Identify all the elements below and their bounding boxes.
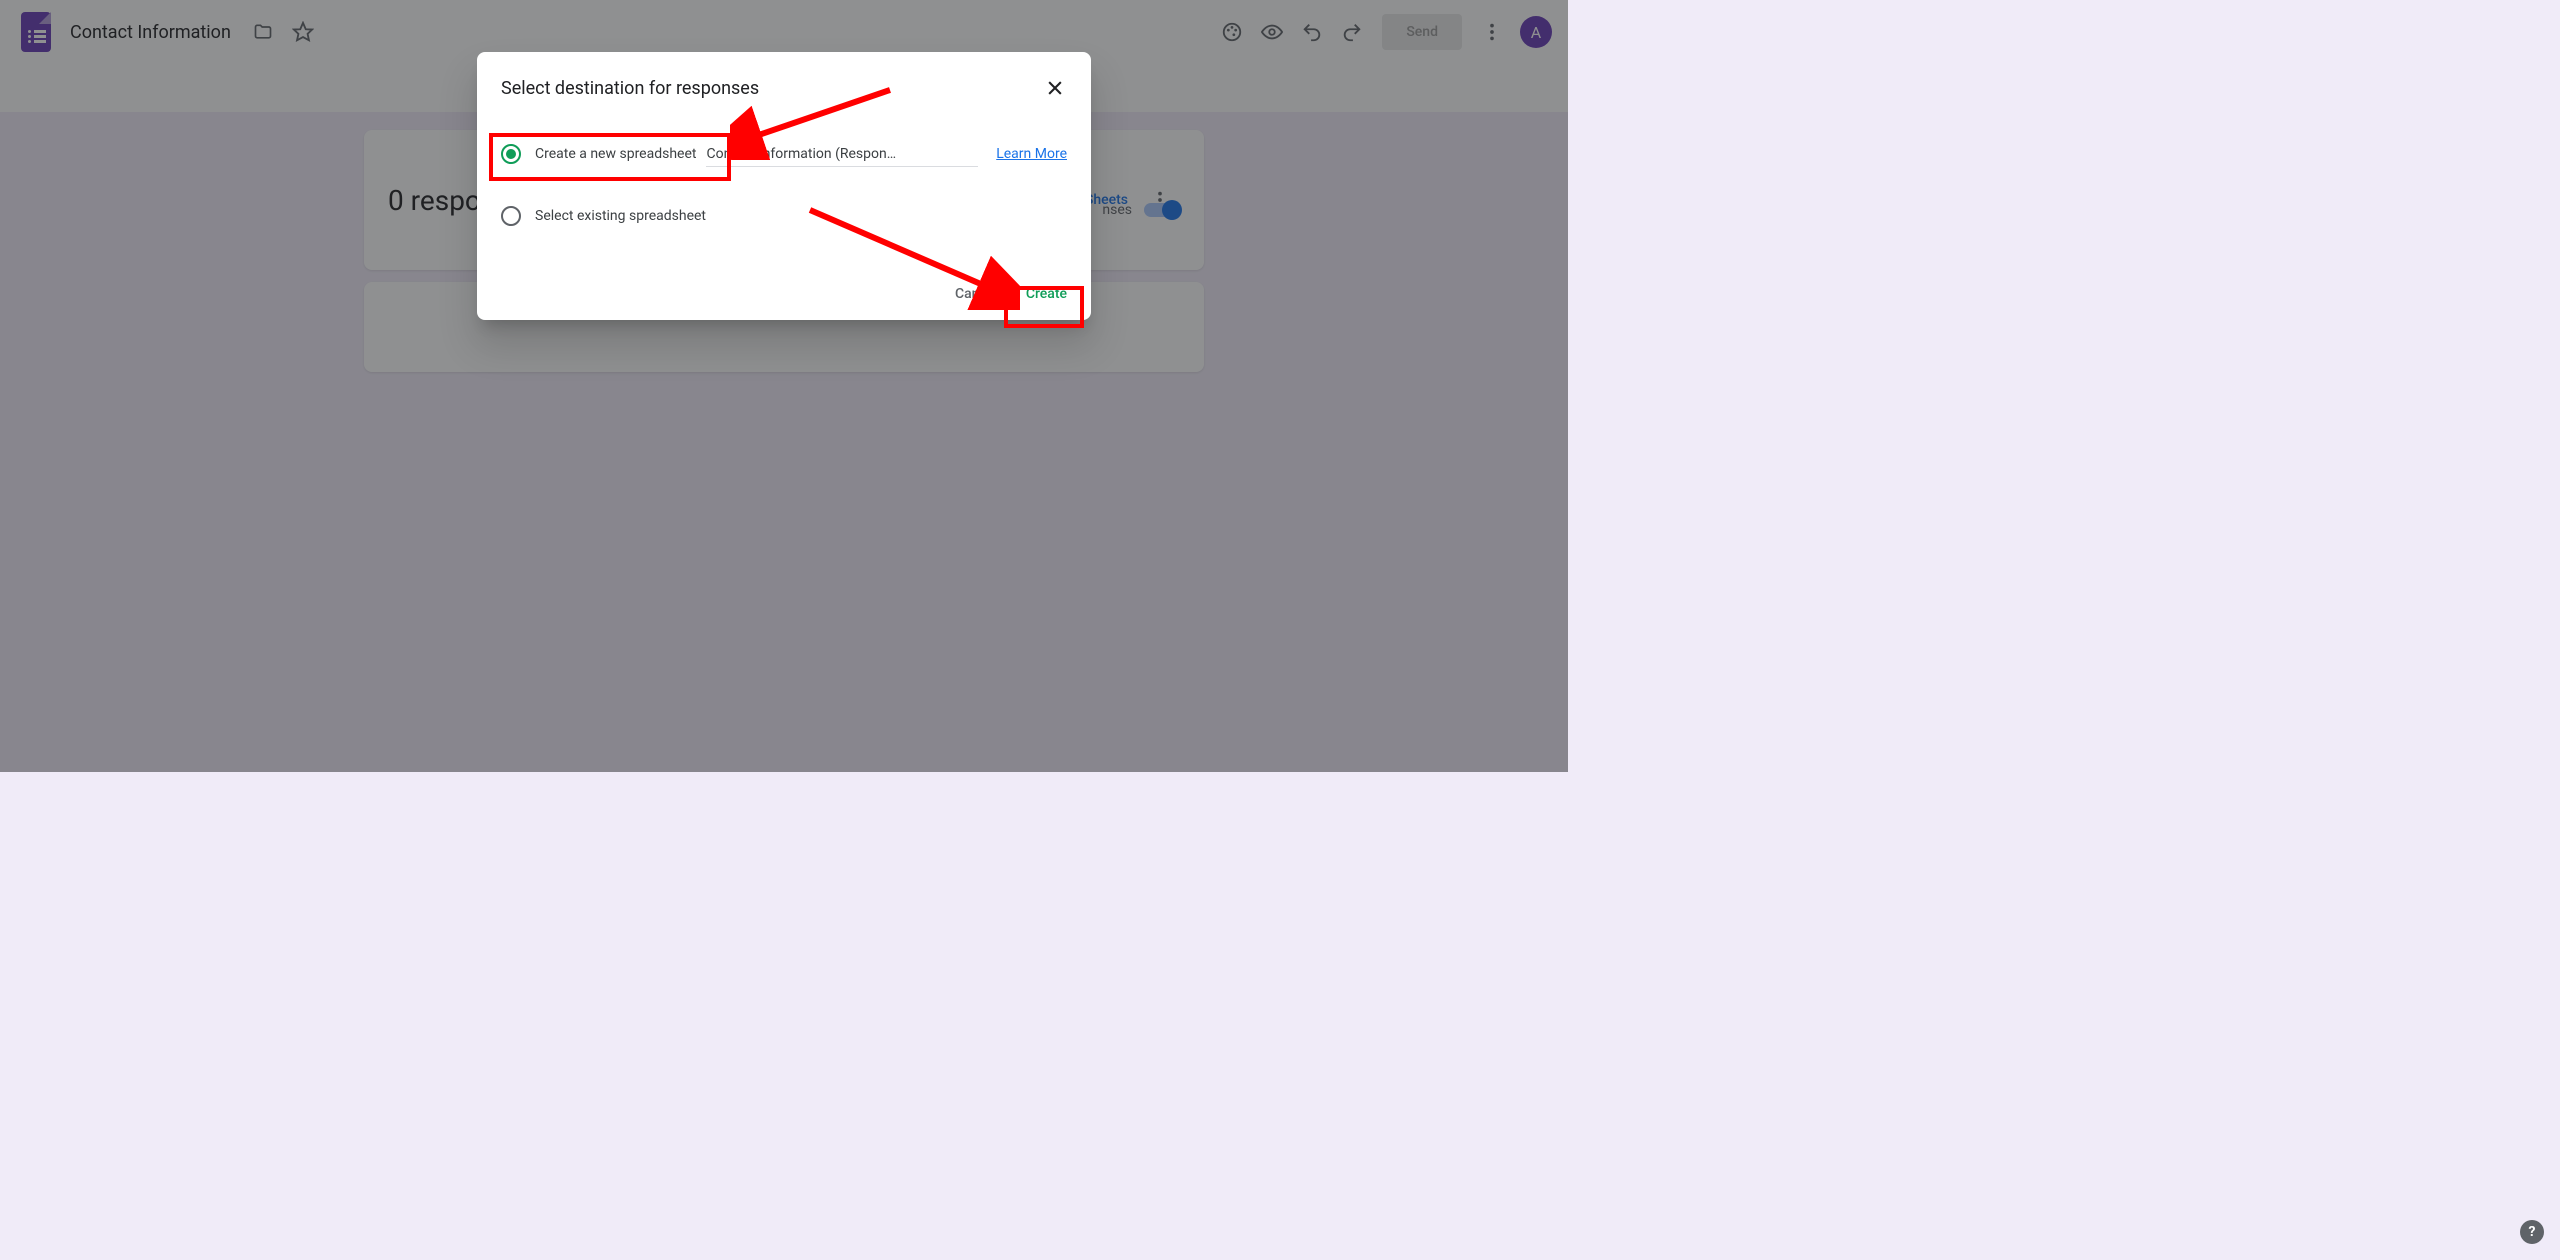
radio-select-existing[interactable] [501, 206, 521, 226]
option-create-new[interactable]: Create a new spreadsheet Contact Informa… [501, 134, 1067, 174]
select-destination-dialog: Select destination for responses Create … [477, 52, 1091, 320]
option-create-new-label: Create a new spreadsheet [535, 146, 696, 162]
radio-create-new[interactable] [501, 144, 521, 164]
option-select-existing[interactable]: Select existing spreadsheet [501, 196, 1067, 236]
new-spreadsheet-name-input[interactable]: Contact Information (Respon… [706, 142, 978, 167]
cancel-button[interactable]: Cancel [955, 286, 998, 302]
dialog-title: Select destination for responses [501, 78, 1043, 99]
option-select-existing-label: Select existing spreadsheet [535, 208, 706, 224]
create-button[interactable]: Create [1026, 286, 1067, 302]
learn-more-link[interactable]: Learn More [996, 146, 1067, 162]
close-icon[interactable] [1043, 76, 1067, 100]
help-icon[interactable]: ? [2520, 1220, 2544, 1244]
